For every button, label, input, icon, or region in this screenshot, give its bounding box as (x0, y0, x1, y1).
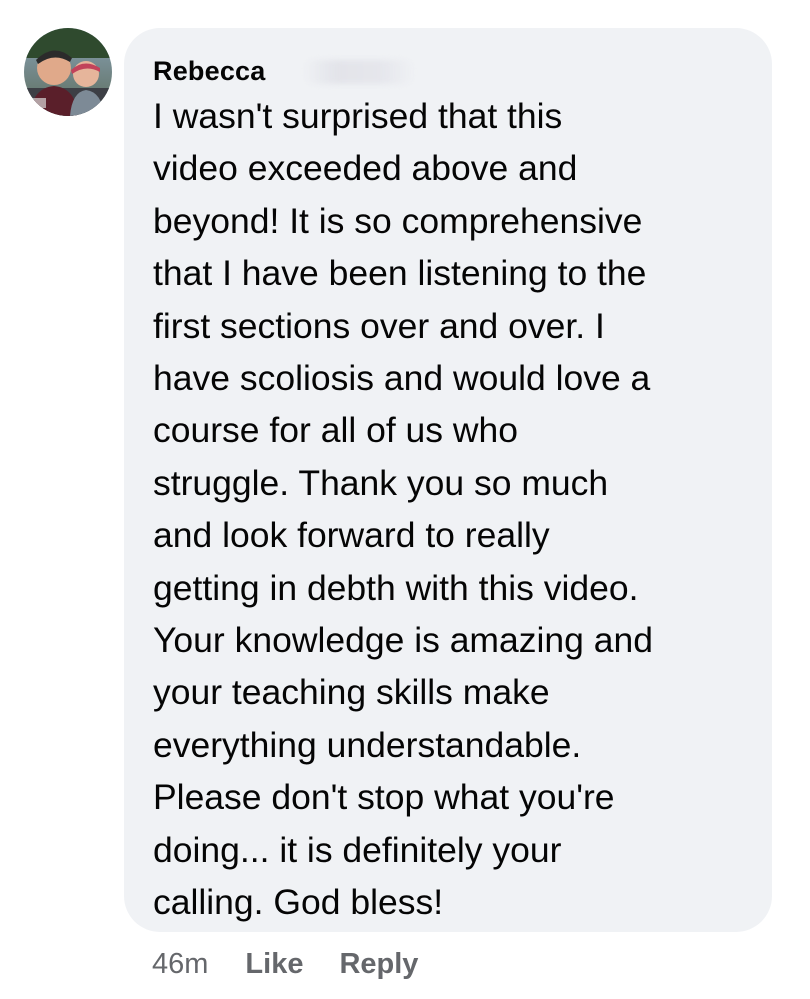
comment-line: Please don't stop what you're (153, 777, 615, 818)
comment-actions: 46m Like Reply (152, 942, 418, 986)
comment-author-name[interactable]: Rebecca (153, 56, 265, 86)
comment-line: and look forward to really (153, 515, 550, 556)
comment-line: that I have been listening to the (153, 253, 647, 294)
comment-line: doing... it is definitely your (153, 829, 562, 870)
comment-timestamp[interactable]: 46m (152, 948, 208, 981)
comment-line: I wasn't surprised that this (153, 96, 563, 136)
avatar[interactable] (24, 28, 112, 116)
comment-line: calling. God bless! (153, 882, 444, 923)
comment-line: your teaching skills make (153, 672, 550, 713)
comment-line: beyond! It is so comprehensive (153, 200, 643, 241)
reply-button[interactable]: Reply (339, 948, 418, 981)
comment-line: getting in debth with this video. (153, 567, 639, 608)
comment-line: Your knowledge is amazing and (153, 620, 653, 661)
profile-photo (24, 28, 112, 116)
comment-bubble: Rebecca I wasn't surprised that this vid… (124, 28, 772, 932)
blurred-author-detail (303, 60, 415, 84)
comment-line: everything understandable. (153, 724, 582, 765)
comment-line: struggle. Thank you so much (153, 462, 609, 503)
comment-line: video exceeded above and (153, 148, 578, 189)
comment-line: course for all of us who (153, 410, 519, 451)
comment-line: first sections over and over. I (153, 305, 605, 346)
comment-line: have scoliosis and would love a (153, 358, 651, 399)
comment-text: I wasn't surprised that this video excee… (153, 90, 744, 929)
like-button[interactable]: Like (245, 948, 303, 981)
